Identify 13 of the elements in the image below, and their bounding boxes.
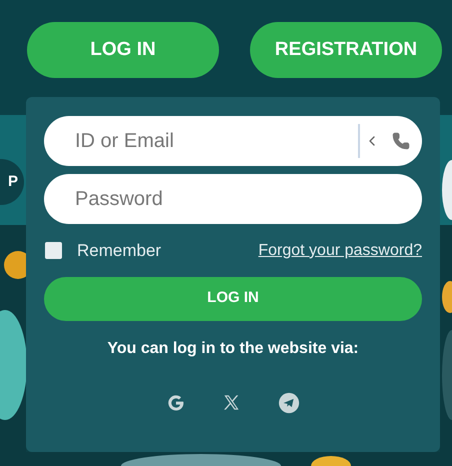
login-via-text: You can log in to the website via:: [106, 338, 360, 358]
password-field[interactable]: Password: [44, 174, 422, 224]
registration-button[interactable]: REGISTRATION: [250, 22, 442, 78]
google-icon[interactable]: [166, 394, 184, 412]
telegram-icon[interactable]: [278, 392, 300, 414]
forgot-password-link[interactable]: Forgot your password?: [258, 238, 422, 263]
phone-icon[interactable]: [392, 132, 410, 150]
login-submit-button[interactable]: LOG IN: [44, 276, 422, 320]
remember-checkbox[interactable]: [45, 242, 62, 260]
remember-label: Remember: [77, 240, 162, 262]
login-button[interactable]: LOG IN: [27, 22, 219, 78]
x-logo-icon[interactable]: [222, 394, 240, 411]
id-email-field[interactable]: ID or Email: [44, 116, 422, 166]
